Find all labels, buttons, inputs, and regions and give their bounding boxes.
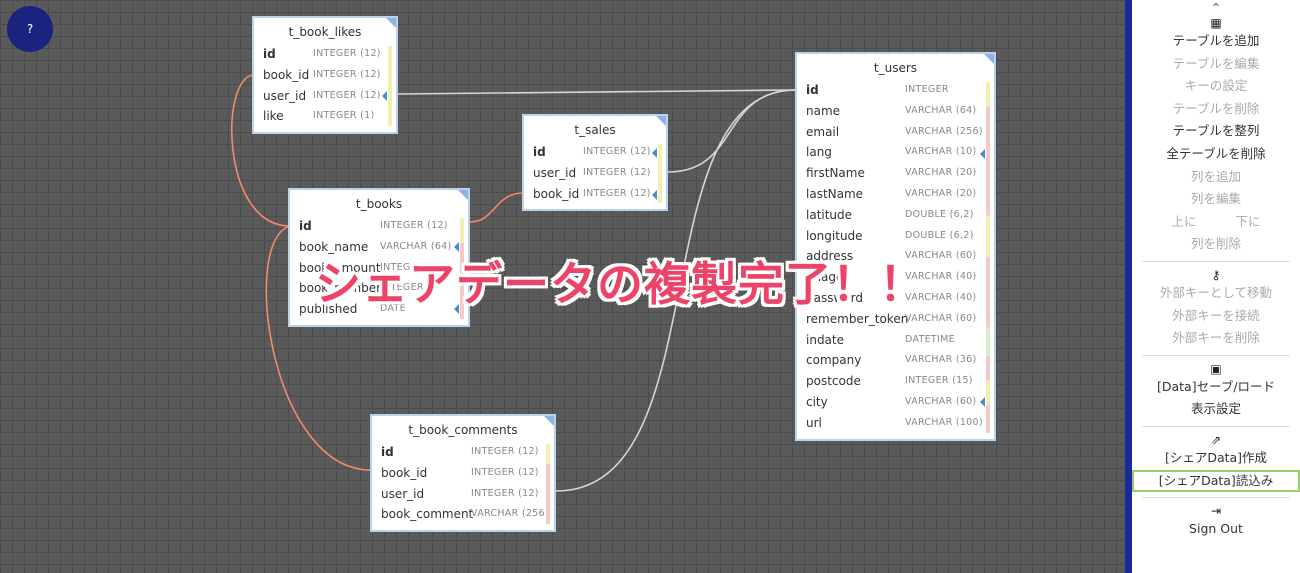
collapse-chevron-icon[interactable]: ⌃ — [1132, 0, 1300, 16]
column-row[interactable]: city VARCHAR (60) — [797, 392, 994, 413]
column-row[interactable]: indate DATETIME — [797, 330, 994, 351]
table-name: t_book_comments — [408, 423, 518, 437]
table-corner — [984, 54, 994, 64]
delete-column-button[interactable]: 列を削除 — [1132, 233, 1300, 256]
sidebar-divider — [1142, 425, 1290, 427]
move-column-controls: 上に 下に — [1132, 211, 1300, 234]
sidebar-edge — [1125, 0, 1132, 573]
edit-table-button[interactable]: テーブルを編集 — [1132, 53, 1300, 76]
column-row[interactable]: lang VARCHAR (10) — [797, 142, 994, 163]
table-corner — [458, 190, 468, 200]
delete-table-button[interactable]: テーブルを削除 — [1132, 98, 1300, 121]
add-column-button[interactable]: 列を追加 — [1132, 166, 1300, 189]
column-row[interactable]: book_id INTEGER (12) — [524, 184, 666, 205]
sign-out-button[interactable]: Sign Out — [1132, 518, 1300, 541]
relation-line-sales-books — [469, 192, 524, 223]
connector-arrow-icon — [652, 148, 657, 158]
share-icon: ⇗ — [1210, 432, 1222, 447]
column-row[interactable]: latitude DOUBLE (6,2) — [797, 205, 994, 226]
table-name: t_sales — [574, 123, 616, 137]
copy-complete-banner: シェアデータの複製完了！！ — [315, 257, 926, 311]
save-icon: ▣ — [1210, 361, 1222, 376]
column-row[interactable]: user_id INTEGER (12) — [372, 484, 554, 505]
key-icon: ⚷ — [1211, 267, 1221, 282]
sidebar-divider — [1142, 260, 1290, 262]
table-t_book_likes[interactable]: t_book_likes id INTEGER (12) book_id INTEG… — [252, 16, 398, 134]
table-corner — [386, 18, 396, 28]
table-corner — [544, 416, 554, 426]
table-name: t_books — [355, 197, 403, 211]
table-name: t_users — [873, 61, 918, 75]
column-row[interactable]: lastName VARCHAR (20) — [797, 184, 994, 205]
column-row[interactable]: name VARCHAR (64) — [797, 101, 994, 122]
connector-arrow-icon — [980, 149, 985, 159]
delete-all-tables-button[interactable]: 全テーブルを削除 — [1132, 143, 1300, 166]
key-indicator-bar — [986, 82, 990, 433]
column-row[interactable]: longitude DOUBLE (6,2) — [797, 226, 994, 247]
column-row[interactable]: email VARCHAR (256) — [797, 122, 994, 143]
move-up-button[interactable]: 上に — [1171, 211, 1196, 234]
relation-line-sales-users — [667, 89, 797, 173]
column-row[interactable]: id INTEGER (12) — [524, 142, 666, 163]
column-row[interactable]: book_comment VARCHAR (256) — [372, 504, 554, 525]
share-create-button[interactable]: [シェアData]作成 — [1132, 447, 1300, 470]
key-indicator-bar — [546, 444, 550, 524]
table-corner — [656, 116, 666, 126]
connector-arrow-icon — [652, 190, 657, 200]
column-row[interactable]: id INTEGER — [797, 80, 994, 101]
move-as-fk-button[interactable]: 外部キーとして移動 — [1132, 282, 1300, 305]
table-t_users[interactable]: t_users id INTEGER name VARCHAR (64) email… — [795, 52, 996, 441]
sign-out-icon: ⇥ — [1210, 504, 1222, 519]
connector-arrow-icon — [382, 91, 387, 101]
edit-column-button[interactable]: 列を編集 — [1132, 188, 1300, 211]
column-row[interactable]: user_id INTEGER (12) — [524, 163, 666, 184]
table-icon: ▦ — [1210, 16, 1222, 30]
sidebar-divider — [1142, 354, 1290, 356]
display-settings-button[interactable]: 表示設定 — [1132, 398, 1300, 421]
column-row[interactable]: company VARCHAR (36) — [797, 350, 994, 371]
sidebar-divider — [1142, 497, 1290, 499]
table-t_book_comments[interactable]: t_book_comments id INTEGER (12) book_id IN… — [370, 414, 556, 532]
connect-fk-button[interactable]: 外部キーを接続 — [1132, 305, 1300, 328]
column-row[interactable]: user_id INTEGER (12) — [254, 86, 396, 107]
data-save-load-button[interactable]: [Data]セーブ/ロード — [1132, 376, 1300, 399]
sidebar: ⌃ ▦ テーブルを追加 テーブルを編集 キーの設定 テーブルを削除 テーブルを整… — [1132, 0, 1300, 573]
column-row[interactable]: id INTEGER (12) — [290, 216, 468, 237]
relation-line-likes-users — [397, 89, 797, 95]
arrange-tables-button[interactable]: テーブルを整列 — [1132, 120, 1300, 143]
column-row[interactable]: firstName VARCHAR (20) — [797, 163, 994, 184]
move-down-button[interactable]: 下に — [1235, 211, 1260, 234]
column-row[interactable]: book_id INTEGER (12) — [372, 463, 554, 484]
add-table-button[interactable]: テーブルを追加 — [1132, 30, 1300, 53]
table-t_sales[interactable]: t_sales id INTEGER (12) user_id INTEGER (1… — [522, 114, 668, 211]
column-row[interactable]: postcode INTEGER (15) — [797, 371, 994, 392]
column-row[interactable]: id INTEGER (12) — [372, 442, 554, 463]
delete-fk-button[interactable]: 外部キーを削除 — [1132, 327, 1300, 350]
column-row[interactable]: book_id INTEGER (12) — [254, 65, 396, 86]
key-indicator-bar — [658, 144, 662, 203]
connector-arrow-icon — [980, 397, 985, 407]
share-load-button[interactable]: [シェアData]読込み — [1132, 469, 1300, 493]
column-row[interactable]: id INTEGER (12) — [254, 44, 396, 65]
column-row[interactable]: url VARCHAR (100) — [797, 413, 994, 434]
column-row[interactable]: like INTEGER (1) — [254, 106, 396, 127]
table-name: t_book_likes — [288, 25, 362, 39]
key-indicator-bar — [388, 46, 392, 126]
key-settings-button[interactable]: キーの設定 — [1132, 75, 1300, 98]
